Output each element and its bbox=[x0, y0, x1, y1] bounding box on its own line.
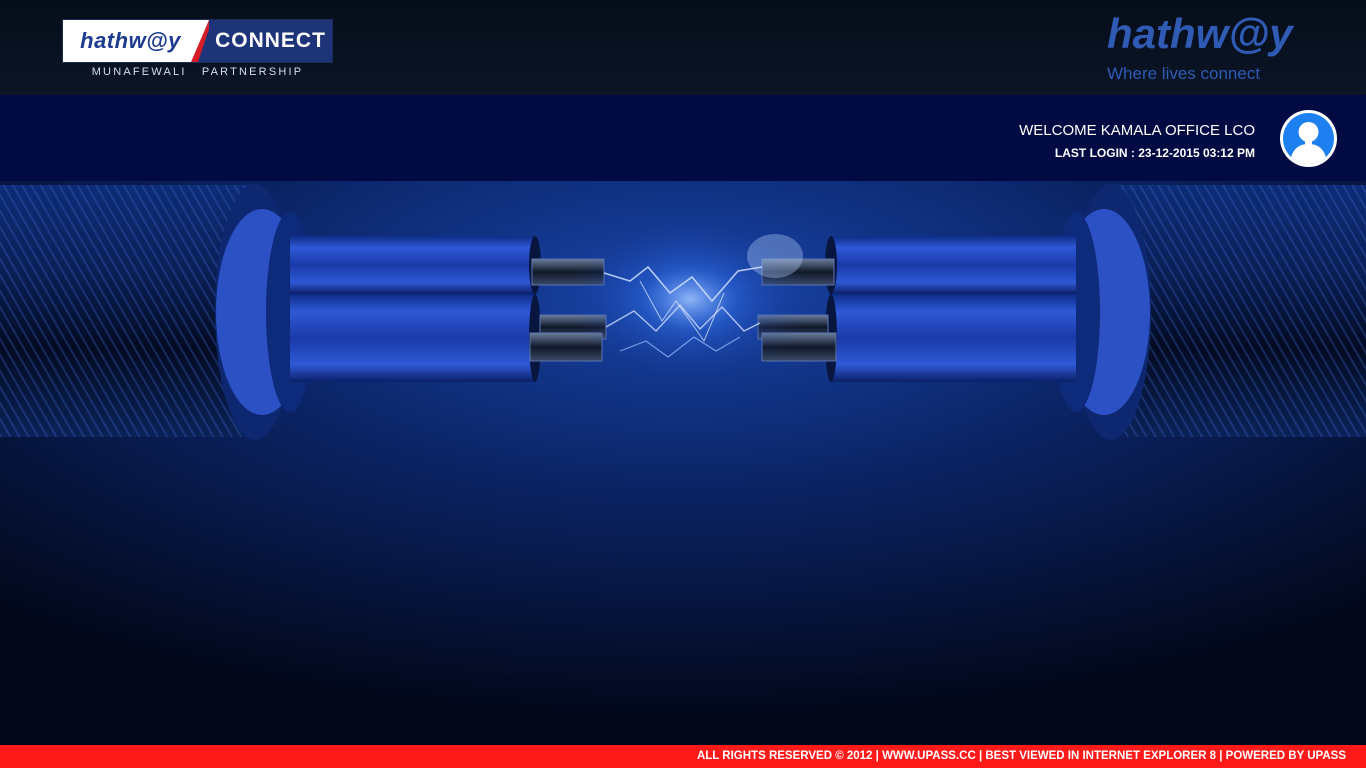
partnership-tagline: MUNAFEWALI PARTNERSHIP bbox=[91, 66, 304, 78]
hathway-connect-logo-left: hathw@y bbox=[80, 28, 181, 53]
user-avatar-icon[interactable] bbox=[1280, 110, 1337, 167]
hathway-connect-logo-right: CONNECT bbox=[209, 20, 332, 62]
cable-illustration-svg bbox=[0, 181, 1366, 745]
footer-bar: ALL RIGHTS RESERVED © 2012 | WWW.UPASS.C… bbox=[0, 745, 1366, 768]
cable-connection-illustration bbox=[0, 181, 1366, 745]
brand-slogan: Where lives connect bbox=[1107, 64, 1261, 83]
top-header: hathw@y CONNECT MUNAFEWALI PARTNERSHIP h… bbox=[0, 0, 1366, 95]
last-login-info: LAST LOGIN : 23-12-2015 03:12 PM bbox=[1054, 146, 1255, 160]
hathway-brand-logo: hathw@y bbox=[1107, 10, 1293, 57]
hathway-connect-logo: hathw@y CONNECT bbox=[63, 20, 332, 62]
person-silhouette-icon bbox=[1290, 122, 1327, 164]
avatar-circle bbox=[1283, 113, 1334, 164]
footer-text: ALL RIGHTS RESERVED © 2012 | WWW.UPASS.C… bbox=[696, 750, 1346, 762]
welcome-message: WELCOME KAMALA OFFICE LCO bbox=[1019, 122, 1255, 139]
